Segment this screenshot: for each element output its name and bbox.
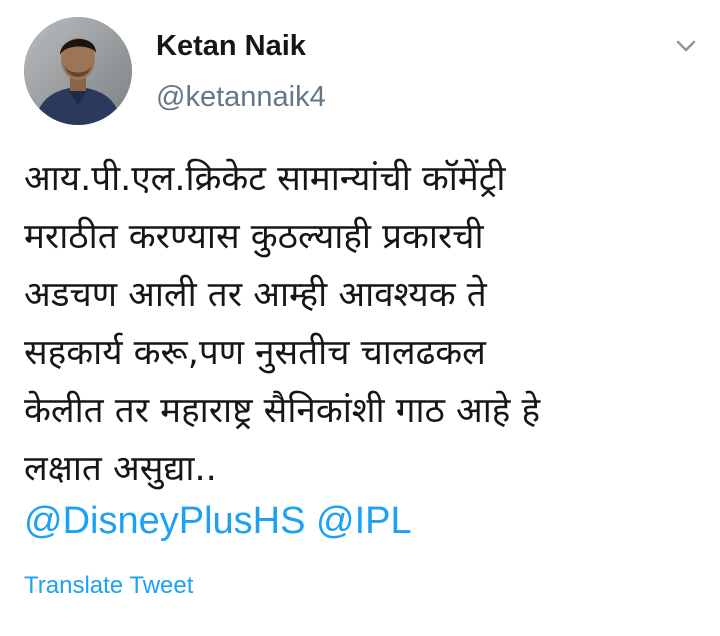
more-options-button[interactable] bbox=[672, 34, 700, 58]
author-name[interactable]: Ketan Naik bbox=[156, 28, 306, 64]
tweet-text-line: लक्षात असुद्या.. bbox=[24, 449, 217, 489]
translate-tweet-link[interactable]: Translate Tweet bbox=[24, 571, 193, 601]
tweet-text-line: सहकार्य करू,पण नुसतीच चालढकल bbox=[24, 333, 486, 373]
mention-link-disneyplushs[interactable]: @DisneyPlusHS bbox=[24, 500, 305, 542]
avatar[interactable] bbox=[24, 17, 132, 125]
chevron-down-icon bbox=[676, 40, 696, 52]
tweet-text-line: आय.पी.एल.क्रिकेट सामान्यांची कॉमेंट्री bbox=[24, 159, 506, 199]
tweet-text-line: केलीत तर महाराष्ट्र सैनिकांशी गाठ आहे हे bbox=[24, 391, 541, 431]
tweet-text-line: अडचण आली तर आम्ही आवश्यक ते bbox=[24, 275, 487, 315]
tweet-mentions: @DisneyPlusHS @IPL bbox=[24, 496, 412, 546]
tweet-text: आय.पी.एल.क्रिकेट सामान्यांची कॉमेंट्री म… bbox=[24, 150, 704, 498]
profile-photo bbox=[24, 17, 132, 125]
mention-link-ipl[interactable]: @IPL bbox=[316, 500, 412, 542]
author-handle[interactable]: @ketannaik4 bbox=[156, 79, 326, 115]
tweet-text-line: मराठीत करण्यास कुठल्याही प्रकारची bbox=[24, 217, 484, 257]
